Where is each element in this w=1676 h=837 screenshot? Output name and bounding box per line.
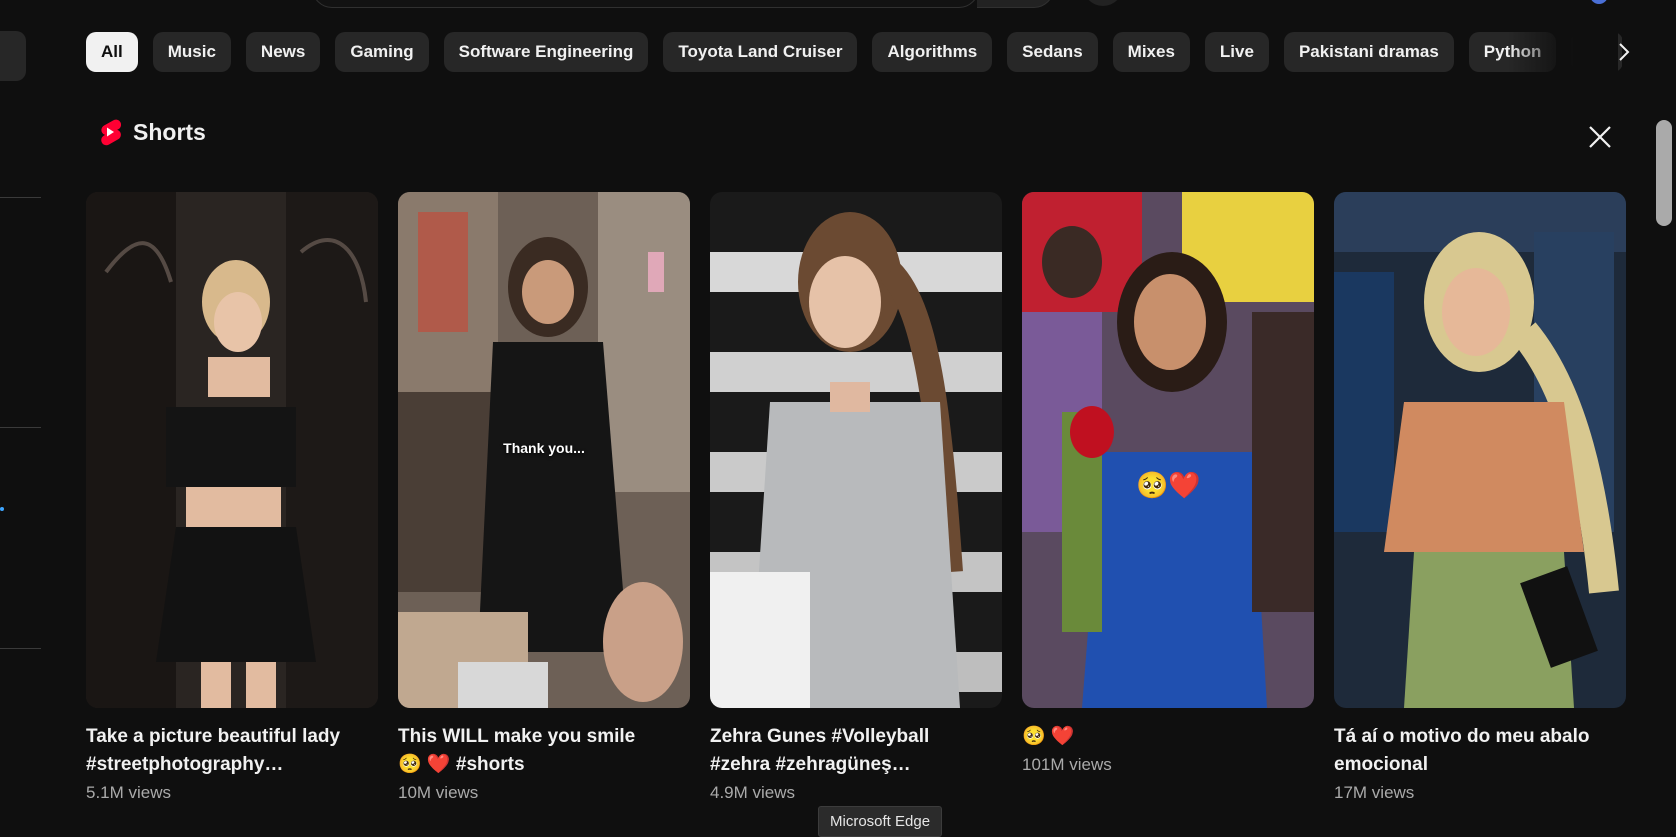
chip-algorithms[interactable]: Algorithms [872, 32, 993, 72]
sidebar-item-active[interactable] [0, 31, 26, 81]
short-thumbnail[interactable] [710, 192, 1002, 708]
short-card[interactable]: Thank you... This WILL make you smile 🥺 ❤… [398, 192, 690, 803]
sidebar-divider [0, 648, 41, 649]
chip-toyota-land-cruiser[interactable]: Toyota Land Cruiser [663, 32, 858, 72]
short-card[interactable]: Zehra Gunes #Volleyball #zehra #zehragüne… [710, 192, 1002, 803]
short-views: 4.9M views [710, 783, 796, 802]
short-overlay-emoji: 🥺❤️ [1136, 470, 1201, 500]
short-thumbnail[interactable] [86, 192, 378, 708]
chip-mixes[interactable]: Mixes [1112, 32, 1190, 72]
chip-software-engineering[interactable]: Software Engineering [443, 32, 649, 72]
chevron-right-icon [1619, 43, 1630, 61]
category-chips-bar: All Music News Gaming Software Engineering To… [86, 32, 1622, 72]
live-indicator-dot [0, 507, 4, 511]
close-shorts-button[interactable] [1583, 120, 1617, 154]
short-title[interactable]: This WILL make you smile 🥺 ❤️ #shorts [398, 723, 690, 779]
short-title[interactable]: 🥺 ❤️ [1022, 723, 1314, 751]
scrollbar-thumb[interactable] [1656, 120, 1672, 226]
short-thumbnail[interactable]: 🥺❤️ [1022, 192, 1314, 708]
shorts-header: Shorts [97, 118, 206, 146]
chip-all[interactable]: All [86, 32, 138, 72]
search-button[interactable] [977, 0, 1054, 8]
sidebar-divider [0, 427, 41, 428]
close-icon [1589, 126, 1611, 148]
taskbar-tooltip: Microsoft Edge [818, 806, 943, 837]
short-views: 10M views [398, 783, 479, 802]
shorts-title: Shorts [133, 118, 206, 145]
sidebar-divider [0, 197, 41, 198]
chip-sedans[interactable]: Sedans [1007, 32, 1098, 72]
short-views: 17M views [1334, 783, 1415, 802]
short-thumbnail[interactable]: Thank you... [398, 192, 690, 708]
chip-news[interactable]: News [245, 32, 321, 72]
short-card[interactable]: 🥺❤️ 🥺 ❤️ 101M views [1022, 192, 1314, 775]
short-overlay-caption: Thank you... [503, 440, 585, 456]
shorts-logo-icon [101, 119, 121, 146]
chip-gaming[interactable]: Gaming [335, 32, 429, 72]
search-bar[interactable] [312, 0, 979, 8]
chips-next-button[interactable] [1604, 32, 1644, 72]
short-card[interactable]: Tá aí o motivo do meu abalo emocional 17M… [1334, 192, 1626, 803]
chip-music[interactable]: Music [152, 32, 231, 72]
short-thumbnail[interactable] [1334, 192, 1626, 708]
short-title[interactable]: Take a picture beautiful lady #streetphot… [86, 723, 378, 779]
voice-search-button[interactable] [1083, 0, 1123, 6]
chips-fade [1508, 32, 1618, 72]
short-views: 5.1M views [86, 783, 172, 802]
short-title[interactable]: Zehra Gunes #Volleyball #zehra #zehragüne… [710, 723, 1002, 779]
chip-live[interactable]: Live [1204, 32, 1269, 72]
short-views: 101M views [1022, 755, 1112, 774]
chip-pakistani-dramas[interactable]: Pakistani dramas [1283, 32, 1454, 72]
short-title[interactable]: Tá aí o motivo do meu abalo emocional [1334, 723, 1626, 779]
short-card[interactable]: Take a picture beautiful lady #streetphot… [86, 192, 378, 803]
avatar[interactable] [1590, 0, 1608, 4]
